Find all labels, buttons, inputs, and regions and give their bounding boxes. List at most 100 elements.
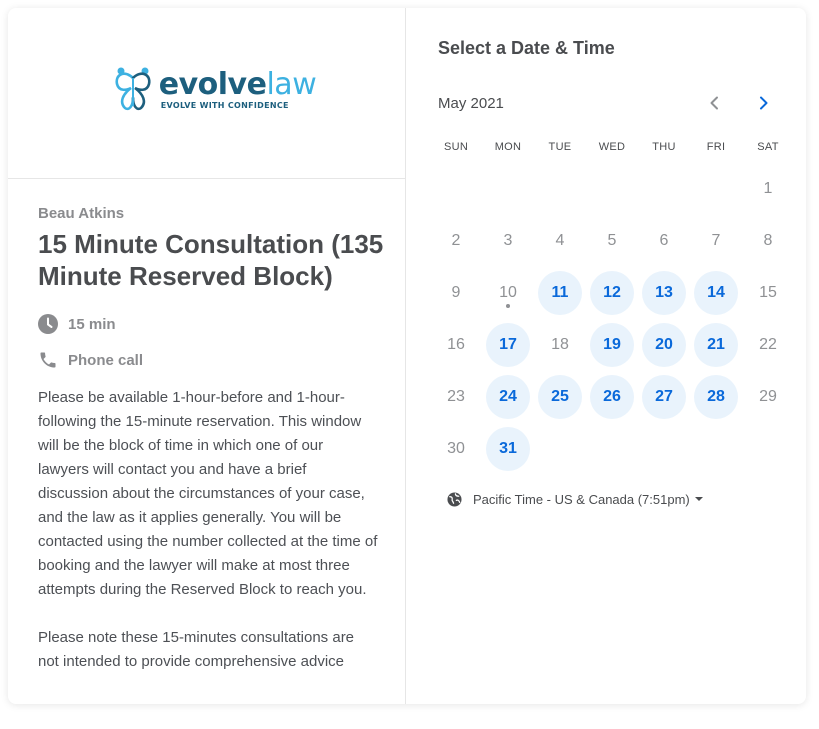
month-navigation: May 2021: [438, 91, 778, 115]
weekday-label: WED: [598, 141, 626, 153]
empty-day-cell: [534, 163, 586, 215]
butterfly-logo-icon: [115, 67, 151, 111]
available-date-button[interactable]: 11: [538, 271, 582, 315]
empty-day-cell: [586, 163, 638, 215]
unavailable-date: 30: [447, 440, 465, 457]
unavailable-date: 5: [607, 232, 617, 249]
day-cell: 24: [482, 371, 534, 423]
available-date-button[interactable]: 27: [642, 375, 686, 419]
empty-day-cell: [430, 163, 482, 215]
unavailable-date: 23: [447, 388, 465, 405]
day-cell: 4: [534, 215, 586, 267]
day-cell: 11: [534, 267, 586, 319]
duration-row: 15 min: [38, 314, 389, 334]
day-cell: 2: [430, 215, 482, 267]
available-date-button[interactable]: 17: [486, 323, 530, 367]
unavailable-date: 1: [763, 180, 773, 197]
day-cell: 12: [586, 267, 638, 319]
day-cell: 13: [638, 267, 690, 319]
unavailable-date: 3: [503, 232, 513, 249]
day-cell: 17: [482, 319, 534, 371]
day-cell: 5: [586, 215, 638, 267]
event-description: Please be available 1-hour-before and 1-…: [38, 386, 378, 674]
weekday-label: TUE: [548, 141, 572, 153]
available-date-button[interactable]: 20: [642, 323, 686, 367]
day-cell: 1: [742, 163, 794, 215]
evolvelaw-logo: evolvelaw EVOLVE WITH CONFIDENCE: [113, 66, 317, 112]
chevron-right-icon: [760, 96, 768, 110]
event-details-panel: evolvelaw EVOLVE WITH CONFIDENCE Beau At…: [8, 8, 406, 704]
available-date-button[interactable]: 14: [694, 271, 738, 315]
timezone-selector[interactable]: Pacific Time - US & Canada (7:51pm): [446, 491, 806, 507]
month-label: May 2021: [438, 94, 504, 112]
day-cell: 19: [586, 319, 638, 371]
chevron-left-icon: [710, 96, 718, 110]
day-cell: 23: [430, 371, 482, 423]
phone-icon: [38, 350, 58, 370]
next-month-button[interactable]: [752, 91, 776, 115]
logo-word-evolve: evolve: [158, 66, 267, 102]
clock-icon: [38, 314, 58, 334]
available-date-button[interactable]: 19: [590, 323, 634, 367]
logo-text: evolvelaw EVOLVE WITH CONFIDENCE: [158, 66, 317, 110]
event-title: 15 Minute Consultation (135 Minute Reser…: [38, 229, 384, 291]
caret-down-icon: [694, 497, 703, 501]
globe-icon: [446, 491, 462, 507]
description-paragraph: Please note these 15-minutes consultatio…: [38, 629, 355, 670]
day-cell: 14: [690, 267, 742, 319]
day-cell: 7: [690, 215, 742, 267]
available-date-button[interactable]: 12: [590, 271, 634, 315]
location-row: Phone call: [38, 350, 389, 370]
duration-text: 15 min: [68, 315, 116, 333]
day-cell: 26: [586, 371, 638, 423]
day-cell: 28: [690, 371, 742, 423]
day-cell: 8: [742, 215, 794, 267]
day-cell: 29: [742, 371, 794, 423]
previous-month-button[interactable]: [702, 91, 726, 115]
day-cell: 3: [482, 215, 534, 267]
available-date-button[interactable]: 13: [642, 271, 686, 315]
weekday-label: MON: [494, 141, 522, 153]
unavailable-date: 15: [759, 284, 777, 301]
location-text: Phone call: [68, 351, 144, 369]
host-name: Beau Atkins: [38, 205, 125, 222]
day-cell: 9: [430, 267, 482, 319]
weekday-label: THU: [652, 141, 676, 153]
month-nav-buttons: [702, 91, 776, 115]
day-cell: 6: [638, 215, 690, 267]
unavailable-date: 29: [759, 388, 777, 405]
unavailable-date: 18: [551, 336, 569, 353]
unavailable-date: 16: [447, 336, 465, 353]
event-info: Beau Atkins 15 Minute Consultation (135 …: [8, 179, 405, 674]
day-cell: 31: [482, 423, 534, 475]
available-date-button[interactable]: 24: [486, 375, 530, 419]
weekday-header: SUN MON TUE WED THU FRI SAT: [430, 137, 794, 157]
day-cell: 27: [638, 371, 690, 423]
unavailable-date: 4: [555, 232, 565, 249]
unavailable-date: 6: [659, 232, 669, 249]
booking-card: evolvelaw EVOLVE WITH CONFIDENCE Beau At…: [8, 8, 806, 704]
day-cell: 15: [742, 267, 794, 319]
day-cell: 22: [742, 319, 794, 371]
logo-area: evolvelaw EVOLVE WITH CONFIDENCE: [8, 8, 405, 179]
unavailable-date: 10: [486, 271, 530, 315]
available-date-button[interactable]: 28: [694, 375, 738, 419]
unavailable-date: 7: [711, 232, 721, 249]
weekday-label: FRI: [706, 141, 726, 153]
unavailable-date: 2: [451, 232, 461, 249]
day-cell: 21: [690, 319, 742, 371]
day-cell: 30: [430, 423, 482, 475]
available-date-button[interactable]: 25: [538, 375, 582, 419]
day-cell: 25: [534, 371, 586, 423]
date-picker-panel: Select a Date & Time May 2021 SUN MON TUE W…: [406, 8, 806, 704]
available-date-button[interactable]: 31: [486, 427, 530, 471]
logo-tagline: EVOLVE WITH CONFIDENCE: [160, 100, 289, 110]
available-date-button[interactable]: 21: [694, 323, 738, 367]
calendar-grid: 1 2 3 4 5 6 7 8 9 10 11 12 13 14 15 16 17 18 19 20 21 22 23 24 2…: [430, 163, 794, 475]
unavailable-date: 9: [451, 284, 461, 301]
available-date-button[interactable]: 26: [590, 375, 634, 419]
empty-day-cell: [482, 163, 534, 215]
day-cell: 10: [482, 267, 534, 319]
unavailable-date: 8: [763, 232, 773, 249]
unavailable-date: 22: [759, 336, 777, 353]
